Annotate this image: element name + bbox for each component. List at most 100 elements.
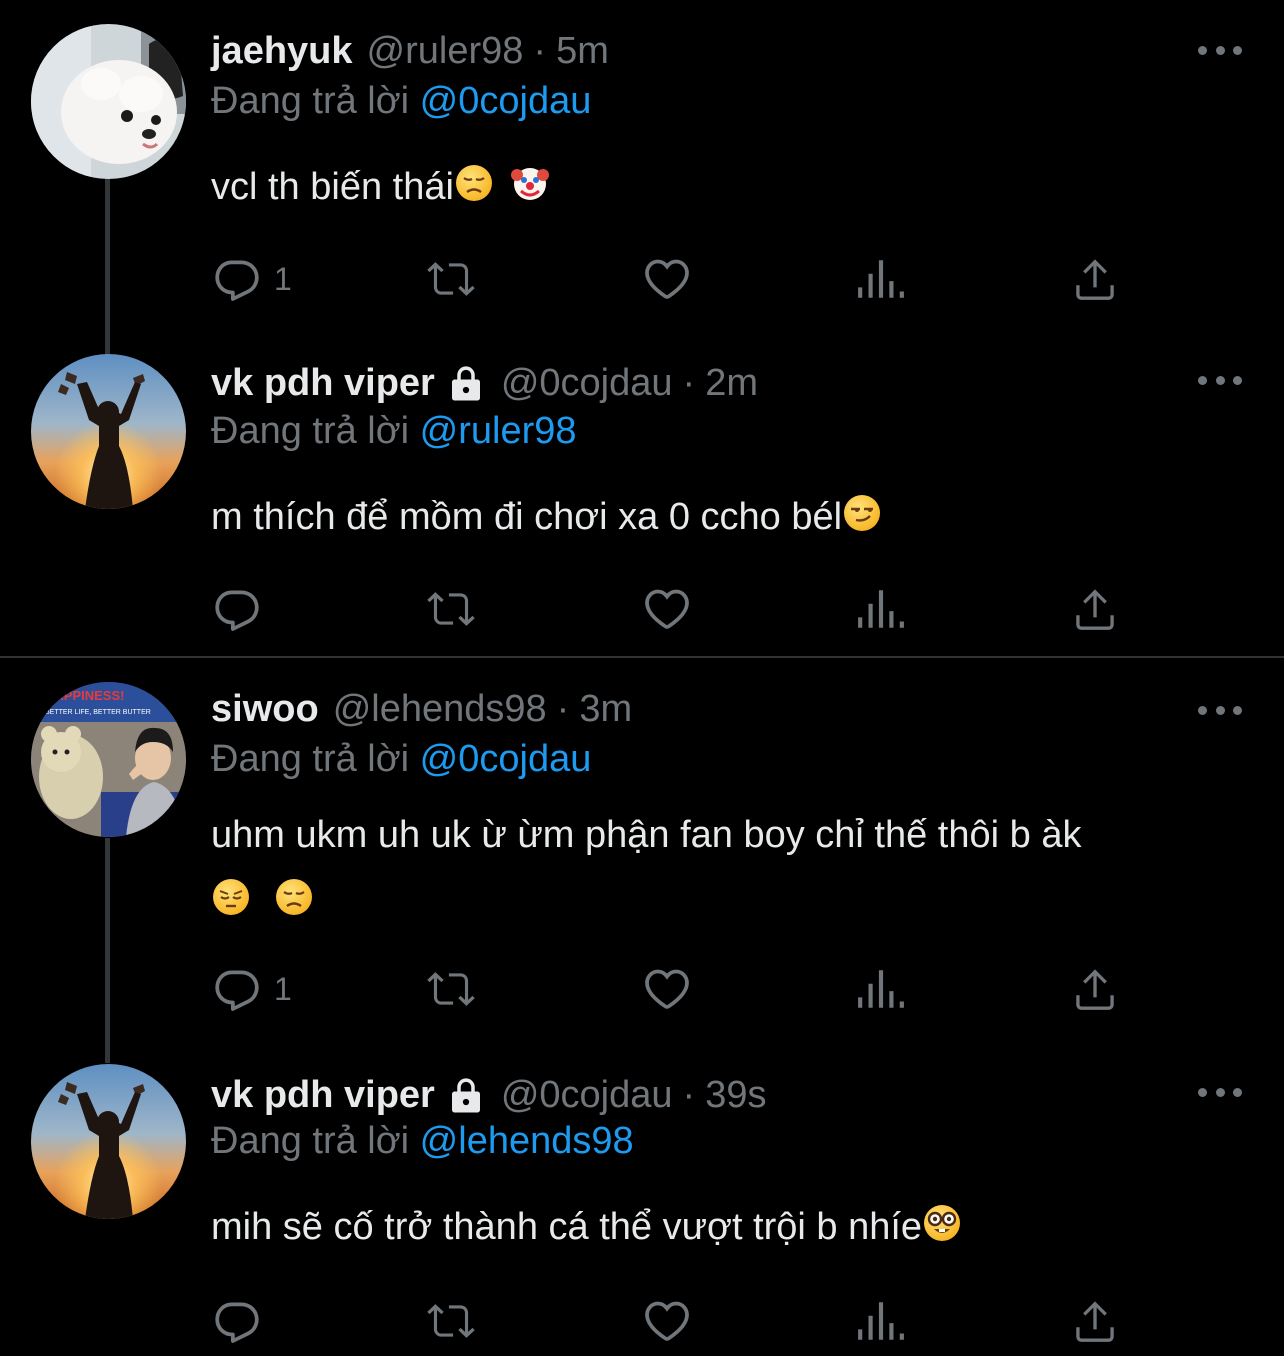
handle[interactable]: @0cojdau	[501, 362, 673, 405]
retweet-icon	[427, 972, 475, 1006]
svg-text:BETTER LIFE, BETTER BUTTER: BETTER LIFE, BETTER BUTTER	[45, 709, 151, 716]
handle[interactable]: @lehends98	[333, 688, 547, 731]
timestamp[interactable]: 2m	[705, 362, 758, 405]
replying-label: Đang trả lời	[211, 1120, 410, 1162]
reply-count: 1	[274, 970, 292, 1007]
avatar[interactable]	[31, 354, 186, 509]
display-name[interactable]: vk pdh viper	[211, 362, 435, 405]
reply-button[interactable]: 1	[212, 254, 292, 304]
timestamp[interactable]: 5m	[556, 30, 609, 73]
tweet-2[interactable]: vk pdh viper @0cojdau · 2m Đang trả lời …	[0, 330, 1284, 656]
tweet-text: mih sẽ cố trở thành cá thể vượt trội b n…	[211, 1196, 1251, 1258]
tweet-text: m thích để mồm đi chơi xa 0 ccho bél	[211, 486, 1251, 548]
handle[interactable]: @0cojdau	[501, 1074, 673, 1117]
analytics-icon	[858, 260, 904, 298]
avatar[interactable]	[31, 24, 186, 179]
avatar[interactable]: HAPPINESS! BETTER LIFE, BETTER BUTTER	[31, 682, 186, 837]
tweet-header: vk pdh viper @0cojdau · 2m	[211, 358, 758, 408]
tweet-4[interactable]: vk pdh viper @0cojdau · 39s Đang trả lời…	[0, 1040, 1284, 1356]
tweet-actions: 1	[212, 964, 1132, 1014]
tweet-text-content: uhm ukm uh uk ừ ừm phận fan boy chỉ thế …	[211, 814, 1082, 856]
tweet-text-content: m thích để mồm đi chơi xa 0 ccho bél	[211, 496, 843, 538]
mention-link[interactable]: @0cojdau	[420, 80, 592, 122]
silhouette-sunset-icon	[31, 354, 186, 509]
reply-button[interactable]	[212, 1296, 262, 1346]
share-button[interactable]	[1070, 964, 1120, 1014]
mention-link[interactable]: @0cojdau	[420, 738, 592, 780]
pensive-face-icon	[213, 879, 249, 915]
replying-to: Đang trả lời @ruler98	[211, 410, 577, 453]
reply-icon	[215, 260, 259, 301]
share-button[interactable]	[1070, 254, 1120, 304]
tweet-actions	[212, 1296, 1132, 1346]
views-button[interactable]	[856, 1296, 906, 1346]
more-options-icon[interactable]	[1198, 40, 1242, 60]
like-button[interactable]	[642, 584, 692, 634]
tweet-1[interactable]: jaehyuk @ruler98 · 5m Đang trả lời @0coj…	[0, 0, 1284, 355]
disappointed-face-icon	[275, 879, 312, 915]
retweet-button[interactable]	[426, 584, 476, 634]
person-with-plush-bear-icon: HAPPINESS! BETTER LIFE, BETTER BUTTER	[31, 682, 186, 837]
share-button[interactable]	[1070, 584, 1120, 634]
like-button[interactable]	[642, 254, 692, 304]
display-name[interactable]: siwoo	[211, 688, 319, 731]
tweet-3[interactable]: HAPPINESS! BETTER LIFE, BETTER BUTTER si…	[0, 658, 1284, 1063]
disappointed-face-icon	[455, 165, 492, 201]
handle[interactable]: @ruler98	[367, 30, 524, 73]
reply-button[interactable]	[212, 584, 262, 634]
views-button[interactable]	[856, 584, 906, 634]
separator: ·	[533, 29, 547, 72]
more-options-icon[interactable]	[1198, 700, 1242, 720]
retweet-button[interactable]	[426, 254, 476, 304]
share-button[interactable]	[1070, 1296, 1120, 1346]
silhouette-sunset-icon	[31, 1064, 186, 1219]
more-options-icon[interactable]	[1198, 1082, 1242, 1102]
retweet-button[interactable]	[426, 964, 476, 1014]
share-icon	[1076, 1301, 1114, 1342]
views-button[interactable]	[856, 254, 906, 304]
tweet-header: vk pdh viper @0cojdau · 39s	[211, 1070, 766, 1120]
share-icon	[1076, 589, 1114, 630]
heart-icon	[645, 1301, 689, 1341]
nerd-face-icon	[924, 1205, 961, 1241]
avatar-sign-text: HAPPINESS!	[45, 688, 124, 703]
replying-to: Đang trả lời @lehends98	[211, 1120, 634, 1163]
tweet-actions	[212, 584, 1132, 634]
white-puppy-icon	[31, 24, 186, 179]
mention-link[interactable]: @lehends98	[420, 1120, 634, 1162]
reply-button[interactable]: 1	[212, 964, 292, 1014]
separator: ·	[556, 687, 570, 730]
thread-line	[105, 175, 110, 355]
reply-icon	[215, 590, 259, 631]
tweet-header: siwoo @lehends98 · 3m	[211, 686, 632, 732]
heart-icon	[645, 259, 689, 299]
replying-label: Đang trả lời	[211, 738, 410, 780]
timestamp[interactable]: 3m	[579, 688, 632, 731]
display-name[interactable]: jaehyuk	[211, 30, 353, 73]
tweet-text-content: mih sẽ cố trở thành cá thể vượt trội b n…	[211, 1206, 923, 1248]
views-button[interactable]	[856, 964, 906, 1014]
separator: ·	[682, 1073, 696, 1116]
avatar[interactable]	[31, 1064, 186, 1219]
analytics-icon	[858, 590, 904, 628]
analytics-icon	[858, 1302, 904, 1340]
tweet-actions: 1	[212, 254, 1132, 304]
like-button[interactable]	[642, 964, 692, 1014]
reply-icon	[215, 970, 259, 1011]
mention-link[interactable]: @ruler98	[420, 410, 577, 452]
tweet-text: uhm ukm uh uk ừ ừm phận fan boy chỉ thế …	[211, 802, 1251, 934]
tweet-text-content: vcl th biến thái	[211, 166, 454, 208]
retweet-button[interactable]	[426, 1296, 476, 1346]
like-button[interactable]	[642, 1296, 692, 1346]
replying-label: Đang trả lời	[211, 80, 410, 122]
smirking-face-icon	[844, 495, 881, 531]
more-options-icon[interactable]	[1198, 370, 1242, 390]
display-name[interactable]: vk pdh viper	[211, 1074, 435, 1117]
timestamp[interactable]: 39s	[705, 1074, 766, 1117]
clown-face-icon	[511, 168, 550, 200]
share-icon	[1076, 969, 1114, 1010]
replying-to: Đang trả lời @0cojdau	[211, 80, 591, 123]
retweet-icon	[427, 592, 475, 626]
lock-icon	[451, 1078, 480, 1113]
tweet-header: jaehyuk @ruler98 · 5m	[211, 28, 609, 74]
